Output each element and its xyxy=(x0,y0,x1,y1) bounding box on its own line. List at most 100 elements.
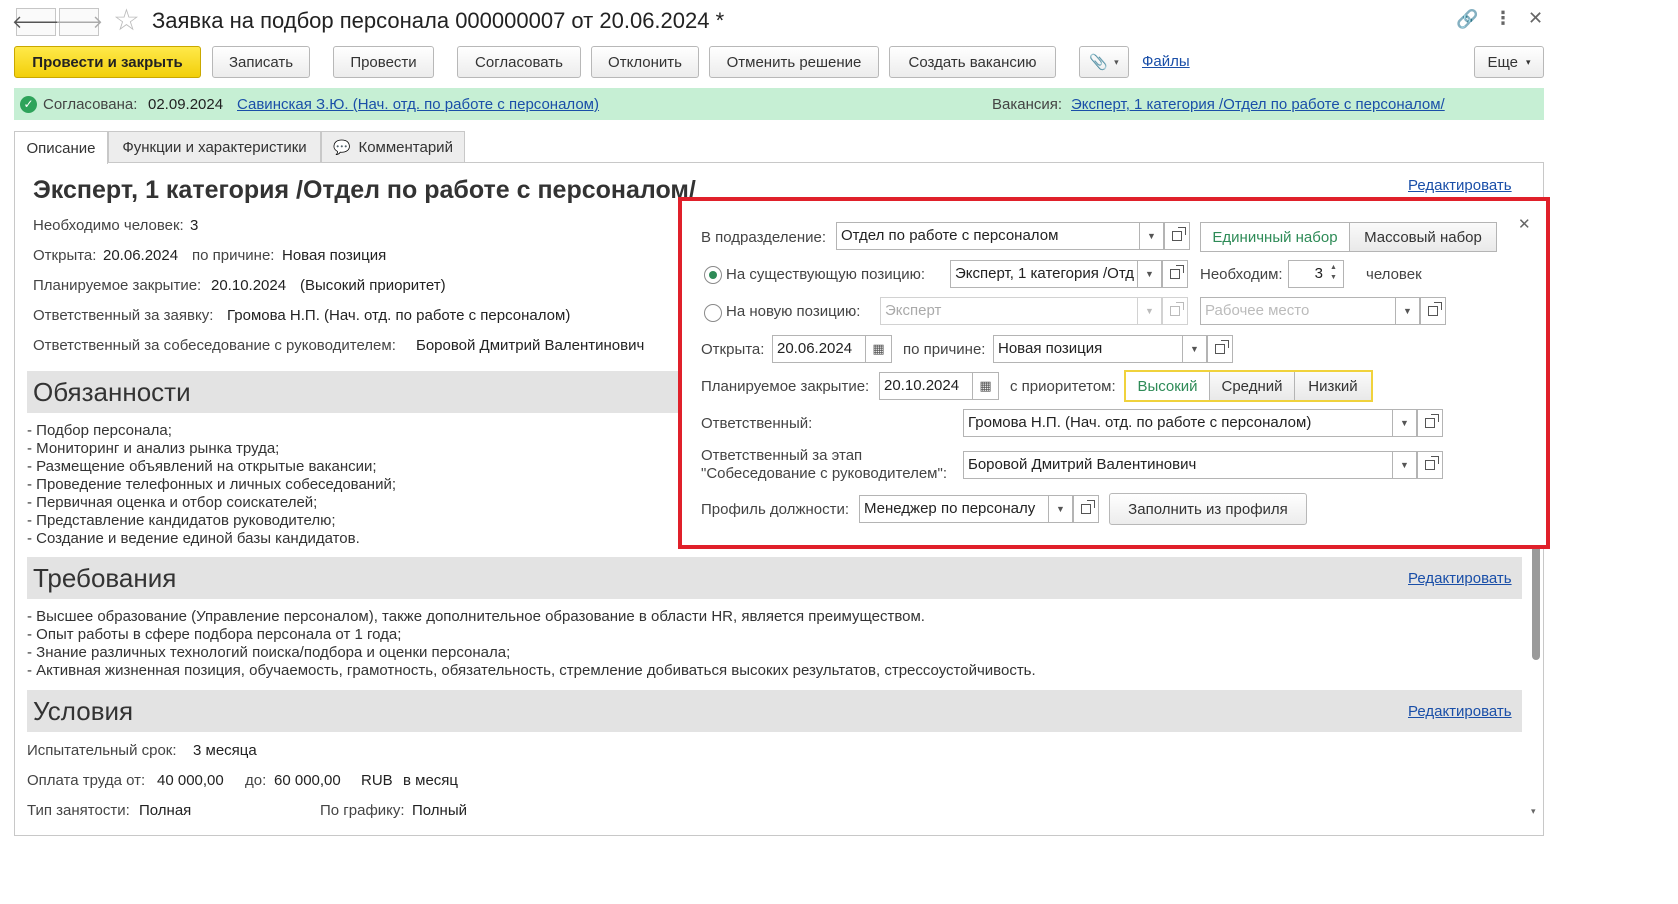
single-recruitment-button[interactable]: Единичный набор xyxy=(1201,223,1350,251)
chevron-down-icon: ▼ xyxy=(1400,418,1409,428)
existing-position-field[interactable]: Эксперт, 1 категория /Отд xyxy=(950,260,1138,288)
priority-label: с приоритетом: xyxy=(1010,378,1116,395)
need-label: Необходим: xyxy=(1200,266,1283,283)
new-position-field[interactable]: Эксперт xyxy=(880,297,1138,325)
link-icon[interactable]: 🔗 xyxy=(1456,9,1478,30)
responsible-dropdown[interactable]: ▼ xyxy=(1393,409,1417,437)
pay-period: в месяц xyxy=(403,772,459,789)
responsible-field[interactable]: Громова Н.П. (Нач. отд. по работе с перс… xyxy=(963,409,1393,437)
close-date-field[interactable]: 20.10.2024 xyxy=(879,372,973,400)
dept-dropdown[interactable]: ▼ xyxy=(1140,222,1164,250)
pay-to-label: до: xyxy=(245,772,267,789)
tab-comment[interactable]: 💬 Комментарий xyxy=(321,131,465,162)
duty-item: - Размещение объявлений на открытые вака… xyxy=(27,458,377,475)
approved-by-link[interactable]: Савинская З.Ю. (Нач. отд. по работе с пе… xyxy=(237,96,599,113)
vacancy-label: Вакансия: xyxy=(992,96,1063,113)
employment-value: Полная xyxy=(139,802,192,819)
currency: RUB xyxy=(361,772,393,789)
tab-functions[interactable]: Функции и характеристики xyxy=(108,131,321,162)
window-title: Заявка на подбор персонала 000000007 от … xyxy=(152,8,725,33)
probation-value: 3 месяца xyxy=(193,742,257,759)
chevron-down-icon: ▼ xyxy=(1190,344,1199,354)
close-calendar-button[interactable]: ▦ xyxy=(973,372,999,400)
existing-position-open-button[interactable] xyxy=(1162,260,1188,288)
duty-item: - Мониторинг и анализ рынка труда; xyxy=(27,440,280,457)
more-button[interactable]: Еще ▾ xyxy=(1474,46,1544,78)
responsible-open-button[interactable] xyxy=(1417,409,1443,437)
reason-dropdown[interactable]: ▼ xyxy=(1183,335,1207,363)
opened-calendar-button[interactable]: ▦ xyxy=(866,335,892,363)
arrow-right-icon: 🡒 xyxy=(54,11,104,32)
post-and-close-button[interactable]: Провести и закрыть xyxy=(14,46,201,78)
conditions-title: Условия xyxy=(33,696,134,726)
requirement-item: - Знание различных технологий поиска/под… xyxy=(27,644,511,661)
vacancy-link[interactable]: Эксперт, 1 категория /Отдел по работе с … xyxy=(1071,96,1445,113)
priority-high-button[interactable]: Высокий xyxy=(1126,372,1210,400)
existing-position-radio[interactable] xyxy=(704,266,722,284)
save-button[interactable]: Записать xyxy=(212,46,310,78)
attachment-button[interactable]: 📎 ▾ xyxy=(1079,46,1129,78)
check-circle-icon: ✓ xyxy=(20,96,37,113)
stepper-arrows-icon[interactable]: ▲ ▼ xyxy=(1330,263,1337,283)
stage-responsible-open-button[interactable] xyxy=(1417,451,1443,479)
resp-label: Ответственный за заявку: xyxy=(33,307,214,324)
people-label: Необходимо человек: xyxy=(33,217,184,234)
stage-responsible-dropdown[interactable]: ▼ xyxy=(1393,451,1417,479)
approve-button[interactable]: Согласовать xyxy=(457,46,581,78)
calendar-icon: ▦ xyxy=(872,341,885,356)
new-position-radio[interactable] xyxy=(704,304,722,322)
close-popup-icon[interactable]: ✕ xyxy=(1518,215,1531,233)
profile-field[interactable]: Менеджер по персоналу xyxy=(859,495,1049,523)
people-value: 3 xyxy=(190,217,199,234)
cancel-decision-button[interactable]: Отменить решение xyxy=(709,46,879,78)
close-priority: (Высокий приоритет) xyxy=(300,277,446,294)
forward-button[interactable]: 🡒 xyxy=(55,8,103,36)
opened-date-field[interactable]: 20.06.2024 xyxy=(772,335,866,363)
reject-button[interactable]: Отклонить xyxy=(591,46,699,78)
tab-description[interactable]: Описание xyxy=(14,131,108,164)
priority-low-button[interactable]: Низкий xyxy=(1295,372,1371,400)
stage-responsible-field[interactable]: Боровой Дмитрий Валентинович xyxy=(963,451,1393,479)
star-icon[interactable]: ☆ xyxy=(113,6,140,36)
mass-recruitment-button[interactable]: Массовый набор xyxy=(1350,223,1496,251)
reason-field[interactable]: Новая позиция xyxy=(993,335,1183,363)
duty-item: - Подбор персонала; xyxy=(27,422,172,439)
workplace-dropdown[interactable]: ▼ xyxy=(1396,297,1420,325)
post-button[interactable]: Провести xyxy=(333,46,434,78)
employment-label: Тип занятости: xyxy=(27,802,130,819)
profile-dropdown[interactable]: ▼ xyxy=(1049,495,1073,523)
create-vacancy-button[interactable]: Создать вакансию xyxy=(889,46,1056,78)
new-position-dropdown[interactable]: ▼ xyxy=(1138,297,1162,325)
workplace-field[interactable]: Рабочее место xyxy=(1200,297,1396,325)
close-icon[interactable]: ✕ xyxy=(1528,8,1543,29)
existing-position-dropdown[interactable]: ▼ xyxy=(1138,260,1162,288)
chevron-down-icon: ▼ xyxy=(1056,504,1065,514)
profile-label: Профиль должности: xyxy=(701,501,850,518)
reason-open-button[interactable] xyxy=(1207,335,1233,363)
scroll-down-icon[interactable]: ▾ xyxy=(1531,806,1536,817)
edit-conditions-link[interactable]: Редактировать xyxy=(1408,703,1512,720)
dept-field[interactable]: Отдел по работе с персоналом xyxy=(836,222,1140,250)
requirements-title: Требования xyxy=(33,563,177,593)
existing-label: На существующую позицию: xyxy=(726,266,925,283)
fill-from-profile-button[interactable]: Заполнить из профиля xyxy=(1109,493,1307,525)
dept-open-button[interactable] xyxy=(1164,222,1190,250)
approved-date: 02.09.2024 xyxy=(148,96,224,113)
schedule-label: По графику: xyxy=(320,802,405,819)
interview-label: Ответственный за собеседование с руковод… xyxy=(33,337,396,354)
reason-label: по причине: xyxy=(192,247,275,264)
open-icon xyxy=(1425,456,1439,470)
requirement-item: - Высшее образование (Управление персона… xyxy=(27,608,925,625)
workplace-open-button[interactable] xyxy=(1420,297,1446,325)
more-vert-icon[interactable]: ⋮ xyxy=(1494,8,1512,29)
open-icon xyxy=(1170,265,1184,279)
profile-open-button[interactable] xyxy=(1073,495,1099,523)
files-link[interactable]: Файлы xyxy=(1142,53,1190,70)
chevron-down-icon: ▼ xyxy=(1147,231,1156,241)
priority-medium-button[interactable]: Средний xyxy=(1210,372,1295,400)
back-button[interactable]: 🡐 xyxy=(12,8,60,36)
new-position-open-button[interactable] xyxy=(1162,297,1188,325)
pay-from-label: Оплата труда от: xyxy=(27,772,146,789)
edit-requirements-link[interactable]: Редактировать xyxy=(1408,570,1512,587)
edit-summary-link[interactable]: Редактировать xyxy=(1408,177,1512,194)
